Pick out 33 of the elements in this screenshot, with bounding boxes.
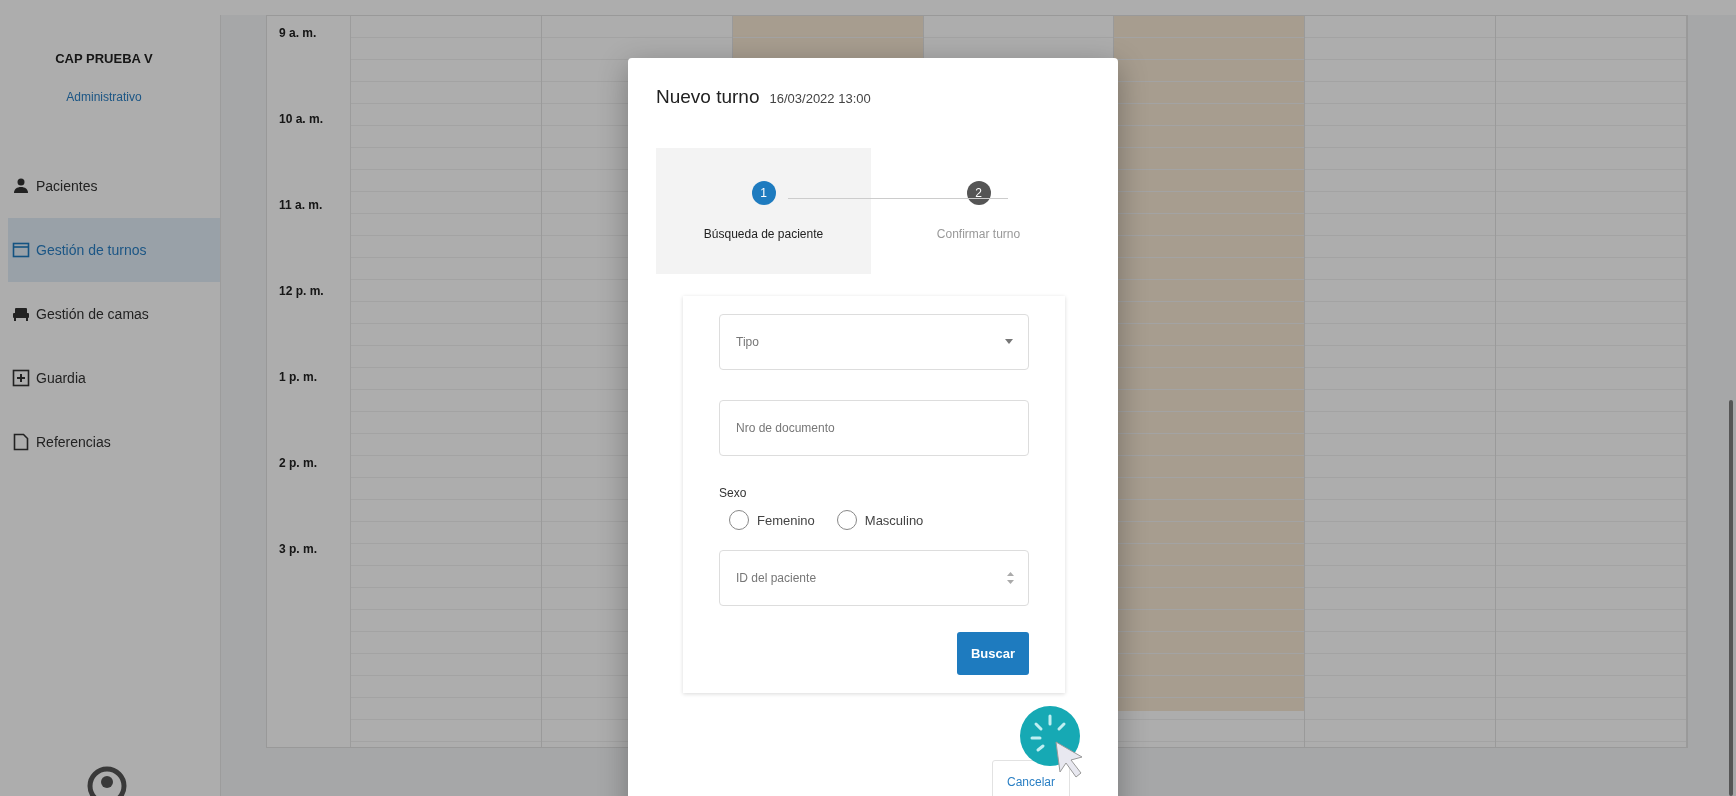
institution-name: CAP PRUEBA V bbox=[55, 51, 153, 66]
hour-label: 1 p. m. bbox=[279, 370, 317, 384]
person-icon bbox=[12, 177, 30, 195]
hour-label: 3 p. m. bbox=[279, 542, 317, 556]
hour-label: 10 a. m. bbox=[279, 112, 324, 126]
sidebar-item[interactable]: Pacientes bbox=[8, 154, 220, 218]
user-role: Administrativo bbox=[66, 90, 142, 104]
appointment-datetime: 16/03/2022 13:00 bbox=[769, 91, 871, 106]
hour-label: 11 a. m. bbox=[279, 198, 323, 212]
hour-label: 2 p. m. bbox=[279, 456, 317, 470]
sidebar-item[interactable]: Referencias bbox=[8, 410, 220, 474]
type-select[interactable]: Tipo bbox=[719, 314, 1029, 370]
spinner-arrows-icon[interactable] bbox=[1006, 570, 1015, 586]
field-label: Sexo bbox=[719, 486, 748, 500]
hour-label: 9 a. m. bbox=[279, 26, 317, 40]
radio-option[interactable]: Femenino bbox=[729, 510, 815, 530]
plus-icon bbox=[12, 369, 30, 387]
caret-icon bbox=[1005, 339, 1013, 344]
search-button[interactable]: Buscar bbox=[956, 632, 1029, 675]
bed-icon bbox=[12, 305, 30, 323]
step[interactable]: 2 Confirmar turno bbox=[871, 148, 1086, 274]
patient-id-field[interactable]: ID del paciente bbox=[719, 550, 1029, 606]
calendar-icon bbox=[12, 241, 30, 259]
document-icon bbox=[12, 433, 30, 451]
avatar-icon[interactable] bbox=[87, 766, 127, 796]
sidebar-item[interactable]: Gestión de camas bbox=[8, 282, 220, 346]
hour-label: 12 p. m. bbox=[279, 284, 324, 298]
dialog-title: Nuevo turno bbox=[656, 86, 760, 108]
step[interactable]: 1 Búsqueda de paciente bbox=[656, 148, 871, 274]
sidebar-item[interactable]: Guardia bbox=[8, 346, 220, 410]
scrollbar[interactable] bbox=[1729, 400, 1733, 796]
radio-option[interactable]: Masculino bbox=[836, 510, 924, 530]
document-number-field[interactable]: Nro de documento bbox=[719, 400, 1029, 456]
